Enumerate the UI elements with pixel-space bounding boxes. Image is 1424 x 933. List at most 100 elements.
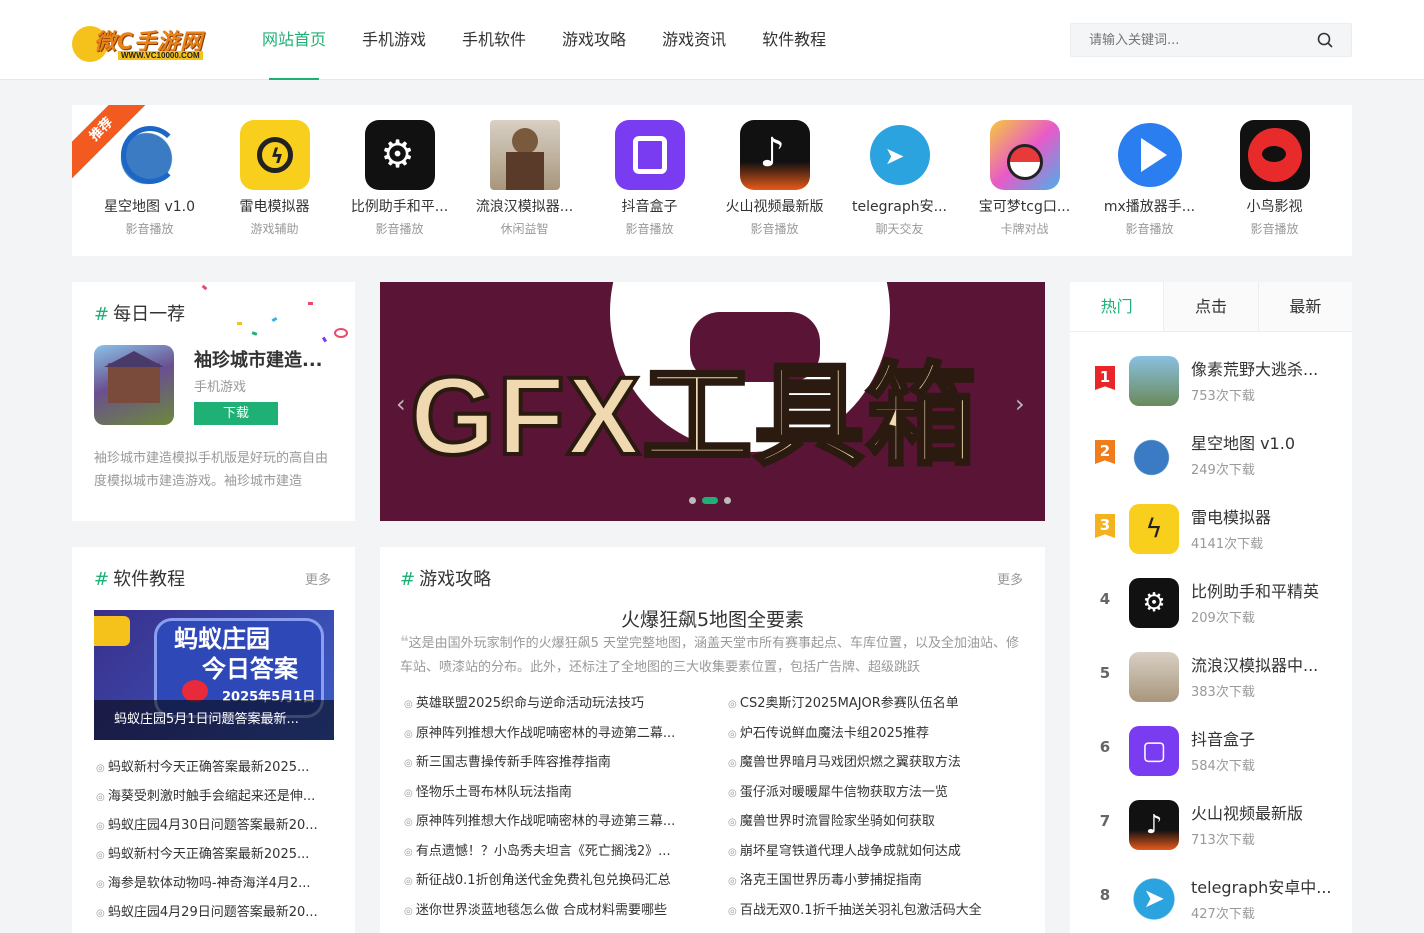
ranking-item[interactable]: 5 流浪汉模拟器中... 383次下载 xyxy=(1070,642,1352,702)
strategy-link[interactable]: 怪物乐土哥布林队玩法指南 xyxy=(404,781,699,800)
tab-clicks[interactable]: 点击 xyxy=(1163,282,1258,331)
recommend-item[interactable]: 星空地图 v1.0 影音播放 xyxy=(87,120,212,237)
ranking-item[interactable]: 3 ϟ 雷电模拟器 4141次下载 xyxy=(1070,494,1352,554)
nav-mobile-games[interactable]: 手机游戏 xyxy=(344,0,444,80)
banner-carousel[interactable]: GFX工具箱 ‹ › xyxy=(380,282,1045,521)
ranking-item-name: 像素荒野大逃杀... xyxy=(1191,360,1319,379)
strategy-link[interactable]: 炉石传说鲜血魔法卡组2025推荐 xyxy=(728,722,1023,741)
ranking-item[interactable]: 8 ➤ telegraph安卓中... 427次下载 xyxy=(1070,864,1352,924)
tutorial-link[interactable]: 蚂蚁庄园4月30日问题答案最新20... xyxy=(96,814,336,833)
recommend-category: 影音播放 xyxy=(625,222,674,236)
nav-game-guides[interactable]: 游戏攻略 xyxy=(544,0,644,80)
daily-game-category: 手机游戏 xyxy=(194,380,247,395)
recommend-item[interactable]: 抖音盒子 影音播放 xyxy=(587,120,712,237)
tab-hot[interactable]: 热门 xyxy=(1070,282,1164,331)
ranking-item[interactable]: 1 像素荒野大逃杀... 753次下载 xyxy=(1070,346,1352,406)
search-input[interactable] xyxy=(1071,24,1311,56)
ranking-item[interactable]: 2 星空地图 v1.0 249次下载 xyxy=(1070,420,1352,480)
recommend-item[interactable]: 宝可梦tcg口... 卡牌对战 xyxy=(962,120,1087,237)
prev-arrow-icon[interactable]: ‹ xyxy=(396,392,416,416)
more-link[interactable]: 更多 xyxy=(305,569,331,588)
recommend-item[interactable]: 流浪汉模拟器... 休闲益智 xyxy=(462,120,587,237)
strategy-link[interactable]: 原神阵列推想大作战呢喃密林的寻迹第二幕... xyxy=(404,722,699,741)
search-icon[interactable] xyxy=(1317,32,1333,48)
ranking-item-name: 比例助手和平精英 xyxy=(1191,582,1320,601)
strategy-link[interactable]: 英雄联盟2025织命与逆命活动玩法技巧 xyxy=(404,692,699,711)
recommend-item[interactable]: ♪ 火山视频最新版 影音播放 xyxy=(712,120,837,237)
rank-number: 4 xyxy=(1099,590,1111,608)
daily-pick-card: # 每日一荐 袖珍城市建造... 手机游戏 下载 袖珍城市建造模拟手机版是好玩的高… xyxy=(72,282,355,521)
daily-title: # 每日一荐 xyxy=(94,304,186,325)
strategy-headline[interactable]: 火爆狂飙5地图全要素 xyxy=(380,605,1045,632)
software-tutorial-card: # 软件教程 更多 蚂蚁庄园 今日答案 2025年5月1日 蚂蚁庄园5月1日问题答… xyxy=(72,547,355,933)
strategy-link[interactable]: 魔兽世界时流冒险家坐骑如何获取 xyxy=(728,810,1023,829)
site-logo[interactable]: 微C手游网 WWW.VC10000.COM xyxy=(72,22,212,64)
recommend-category: 影音播放 xyxy=(1250,222,1299,236)
ranking-item-downloads: 209次下载 xyxy=(1191,611,1255,626)
daily-game-name[interactable]: 袖珍城市建造... xyxy=(194,346,329,372)
recommend-item[interactable]: 小鸟影视 影音播放 xyxy=(1212,120,1337,237)
ranking-item[interactable]: 6 ▢ 抖音盒子 584次下载 xyxy=(1070,716,1352,776)
nav-home[interactable]: 网站首页 xyxy=(244,0,344,80)
tutorial-link[interactable]: 海参是软体动物吗-神奇海洋4月2... xyxy=(96,872,336,891)
more-link[interactable]: 更多 xyxy=(997,569,1023,588)
tutorial-link[interactable]: 蚂蚁新村今天正确答案最新2025... xyxy=(96,843,336,862)
ranking-card: 热门 点击 最新 1 像素荒野大逃杀... 753次下载 2 星空地图 v1.0 249次… xyxy=(1070,282,1352,933)
bird-icon xyxy=(1239,120,1310,190)
carousel-dot-active[interactable] xyxy=(702,497,718,504)
carousel-dot[interactable] xyxy=(724,497,731,504)
ranking-item-name: telegraph安卓中... xyxy=(1191,878,1332,897)
download-button[interactable]: 下载 xyxy=(194,402,278,425)
recommend-item[interactable]: ➤ telegraph安... 聊天交友 xyxy=(837,120,962,237)
strategy-link[interactable]: 迷你世界淡蓝地毯怎么做 合成材料需要哪些 xyxy=(404,899,699,918)
strategy-link[interactable]: 原神阵列推想大作战呢喃密林的寻迹第三幕... xyxy=(404,810,699,829)
pixel-icon xyxy=(1129,356,1179,406)
tutorial-link[interactable]: 蚂蚁庄园4月29日问题答案最新20... xyxy=(96,901,336,920)
ranking-item-name: 雷电模拟器 xyxy=(1191,508,1272,527)
strategy-link[interactable]: 新三国志曹操传新手阵容推荐指南 xyxy=(404,751,699,770)
recommend-name: 宝可梦tcg口... xyxy=(978,199,1071,215)
nav-game-news[interactable]: 游戏资讯 xyxy=(644,0,744,80)
ranking-item-downloads: 4141次下载 xyxy=(1191,537,1264,552)
strategy-link[interactable]: 有点遗憾！？小岛秀夫坦言《死亡搁浅2》... xyxy=(404,840,699,859)
recommend-item[interactable]: mx播放器手... 影音播放 xyxy=(1087,120,1212,237)
strategy-link[interactable]: 魔兽世界暗月马戏团炽燃之翼获取方法 xyxy=(728,751,1023,770)
ranking-item-downloads: 249次下载 xyxy=(1191,463,1255,478)
tab-latest[interactable]: 最新 xyxy=(1257,282,1352,331)
daily-game-thumbnail[interactable] xyxy=(94,345,174,425)
ranking-item[interactable]: 7 ♪ 火山视频最新版 713次下载 xyxy=(1070,790,1352,850)
ranking-item-name: 抖音盒子 xyxy=(1191,730,1256,749)
logo-url: WWW.VC10000.COM xyxy=(118,51,203,60)
next-arrow-icon[interactable]: › xyxy=(1015,392,1035,416)
telegram-icon: ➤ xyxy=(864,120,935,190)
banner-text: GFX工具箱 xyxy=(408,355,979,478)
ranking-item[interactable]: 4 ⚙ 比例助手和平精英 209次下载 xyxy=(1070,568,1352,628)
tutorial-feature-image[interactable]: 蚂蚁庄园 今日答案 2025年5月1日 蚂蚁庄园5月1日问题答案最新... xyxy=(94,610,334,740)
strategy-link[interactable]: 百战无双0.1折千抽送关羽礼包激活码大全 xyxy=(728,899,1023,918)
search-box xyxy=(1070,23,1352,57)
strategy-link[interactable]: 蛋仔派对暖暖犀牛信物获取方法一览 xyxy=(728,781,1023,800)
recommend-category: 休闲益智 xyxy=(500,222,549,236)
strategy-link[interactable]: CS2奥斯汀2025MAJOR参赛队伍名单 xyxy=(728,692,1023,711)
recommend-name: 抖音盒子 xyxy=(621,199,678,215)
tutorial-link[interactable]: 蚂蚁新村今天正确答案最新2025... xyxy=(96,756,336,775)
nav-software-tutorials[interactable]: 软件教程 xyxy=(744,0,844,80)
recommend-name: 小鸟影视 xyxy=(1246,199,1303,215)
recommend-category: 卡牌对战 xyxy=(1000,222,1049,236)
strategy-link[interactable]: 新征战0.1折创角送代金免费礼包兑换码汇总 xyxy=(404,869,699,888)
strategy-link[interactable]: 洛克王国世界历毒小萝捕捉指南 xyxy=(728,869,1023,888)
recommend-item[interactable]: ⚙ 比例助手和平... 影音播放 xyxy=(337,120,462,237)
rank-number: 6 xyxy=(1099,738,1111,756)
strategy-link[interactable]: 崩坏星穹铁道代理人战争成就如何达成 xyxy=(728,840,1023,859)
tutorial-link[interactable]: 海葵受刺激时触手会缩起来还是伸... xyxy=(96,785,336,804)
confetti-decoration xyxy=(334,328,348,338)
ranking-item-name: 星空地图 v1.0 xyxy=(1191,434,1296,453)
tools-icon: ⚙ xyxy=(1129,578,1179,628)
nav-mobile-software[interactable]: 手机软件 xyxy=(444,0,544,80)
recommend-item[interactable]: ϟ 雷电模拟器 游戏辅助 xyxy=(212,120,337,237)
recommend-category: 影音播放 xyxy=(1125,222,1174,236)
play-icon xyxy=(1114,120,1185,190)
recommend-name: 星空地图 v1.0 xyxy=(104,199,195,215)
carousel-dot[interactable] xyxy=(689,497,696,504)
recommend-list: 星空地图 v1.0 影音播放 ϟ 雷电模拟器 游戏辅助 ⚙ 比例助手和平... … xyxy=(87,120,1337,237)
